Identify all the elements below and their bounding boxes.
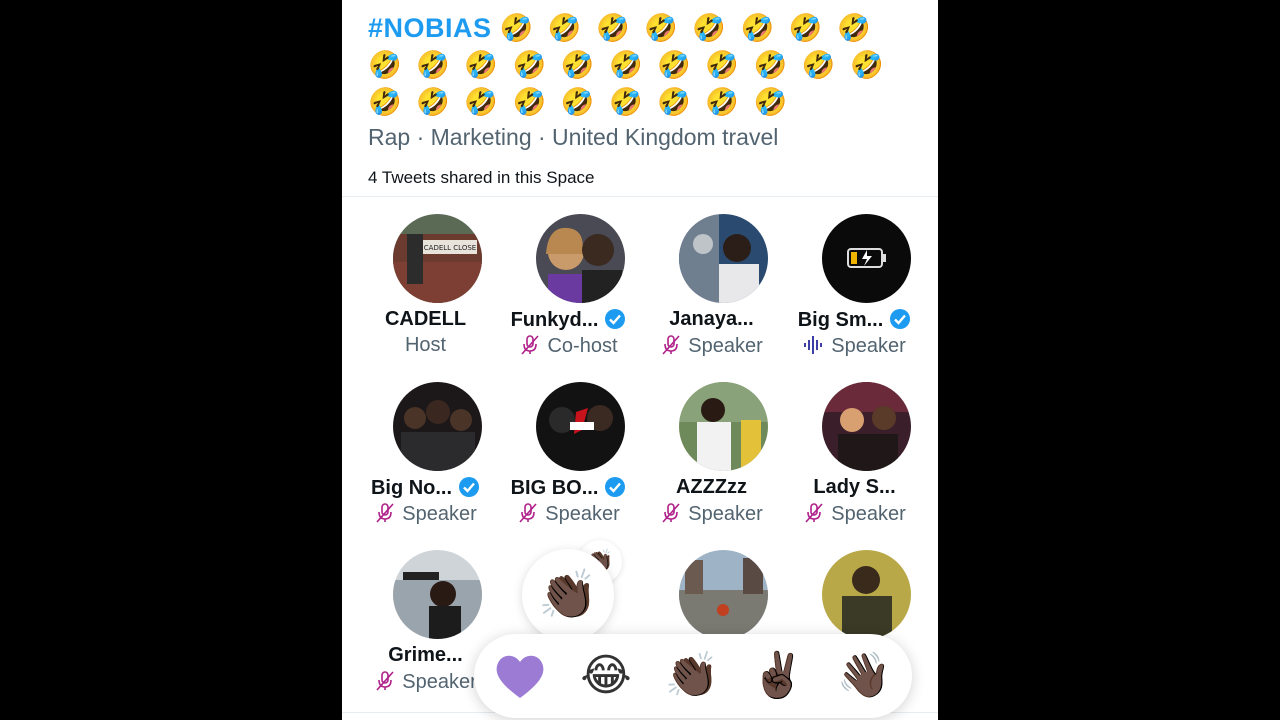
avatar[interactable] [679, 382, 768, 471]
mic-muted-icon [376, 671, 394, 691]
avatar[interactable] [679, 550, 768, 639]
tears-of-joy-reaction-button[interactable]: 😂 [574, 644, 638, 708]
speaking-waveform-icon [804, 336, 823, 354]
participant-role: Speaker [640, 334, 783, 358]
avatar[interactable] [393, 550, 482, 639]
participant-role: Speaker [783, 502, 926, 526]
participant-card[interactable]: CADELL CLOSE CADELL Host [354, 214, 497, 364]
space-topics: Rap · Marketing · United Kingdom travel [368, 124, 779, 150]
participant-card[interactable]: AZZZzz Speaker [640, 382, 783, 532]
avatar[interactable] [822, 214, 911, 303]
space-title: #NOBIAS 🤣 🤣 🤣 🤣 🤣 🤣 🤣 🤣 🤣 🤣 🤣 🤣 🤣 🤣 🤣 🤣 … [368, 10, 908, 121]
participant-name: CADELL [384, 308, 467, 330]
participant-name: BIG BO... [497, 476, 640, 500]
purple-heart-icon [496, 655, 544, 698]
participant-role: Speaker [354, 502, 497, 526]
mic-muted-icon [519, 503, 537, 523]
participant-role: Speaker [783, 334, 926, 358]
space-panel: #NOBIAS 🤣 🤣 🤣 🤣 🤣 🤣 🤣 🤣 🤣 🤣 🤣 🤣 🤣 🤣 🤣 🤣 … [342, 0, 938, 720]
avatar[interactable]: CADELL CLOSE [393, 214, 482, 303]
svg-text:CADELL CLOSE: CADELL CLOSE [424, 244, 476, 252]
participant-name: Janaya... [669, 308, 754, 330]
participant-role: Speaker [640, 502, 783, 526]
space-hashtag[interactable]: #NOBIAS [368, 13, 492, 43]
purple-heart-reaction-button[interactable] [488, 644, 552, 708]
participant-card[interactable]: Lady S... Speaker [783, 382, 926, 532]
verified-badge-icon [890, 309, 911, 329]
mic-muted-icon [662, 503, 680, 523]
participant-card[interactable]: Big Sm... Speaker [783, 214, 926, 364]
participant-role: Host [404, 334, 447, 356]
verified-badge-icon [605, 477, 626, 497]
participant-name: Big Sm... [783, 308, 926, 332]
participant-card[interactable]: BIG BO... Speaker [497, 382, 640, 532]
participant-role: Co-host [497, 334, 640, 358]
mic-muted-icon [376, 503, 394, 523]
participant-name: Lady S... [813, 476, 896, 498]
mic-muted-icon [521, 335, 540, 355]
avatar[interactable] [822, 550, 911, 639]
clapping-hands-reaction-button[interactable]: 👏🏿 [660, 644, 724, 708]
participant-name: Big No... [354, 476, 497, 500]
participant-card[interactable]: Janaya... Speaker [640, 214, 783, 364]
divider [342, 196, 938, 197]
verified-badge-icon [605, 309, 626, 329]
verified-badge-icon [459, 477, 480, 497]
reaction-float-clap-icon: 👏🏿 [522, 549, 614, 641]
avatar[interactable] [822, 382, 911, 471]
participant-card[interactable]: Funkyd... Co-host [497, 214, 640, 364]
avatar[interactable] [536, 382, 625, 471]
reaction-bar: 😂 👏🏿 ✌🏿 👋🏿 [474, 634, 912, 718]
waving-hand-reaction-button[interactable]: 👋🏿 [832, 644, 896, 708]
mic-muted-icon [662, 335, 680, 355]
participant-name: AZZZzz [675, 476, 748, 498]
avatar[interactable] [679, 214, 768, 303]
participant-name: Funkyd... [497, 308, 640, 332]
mic-muted-icon [805, 503, 823, 523]
participant-card[interactable]: Big No... Speaker [354, 382, 497, 532]
avatar[interactable] [536, 214, 625, 303]
participant-role: Speaker [497, 502, 640, 526]
tweets-shared-link[interactable]: 4 Tweets shared in this Space [368, 168, 595, 188]
victory-hand-reaction-button[interactable]: ✌🏿 [746, 644, 810, 708]
avatar[interactable] [393, 382, 482, 471]
